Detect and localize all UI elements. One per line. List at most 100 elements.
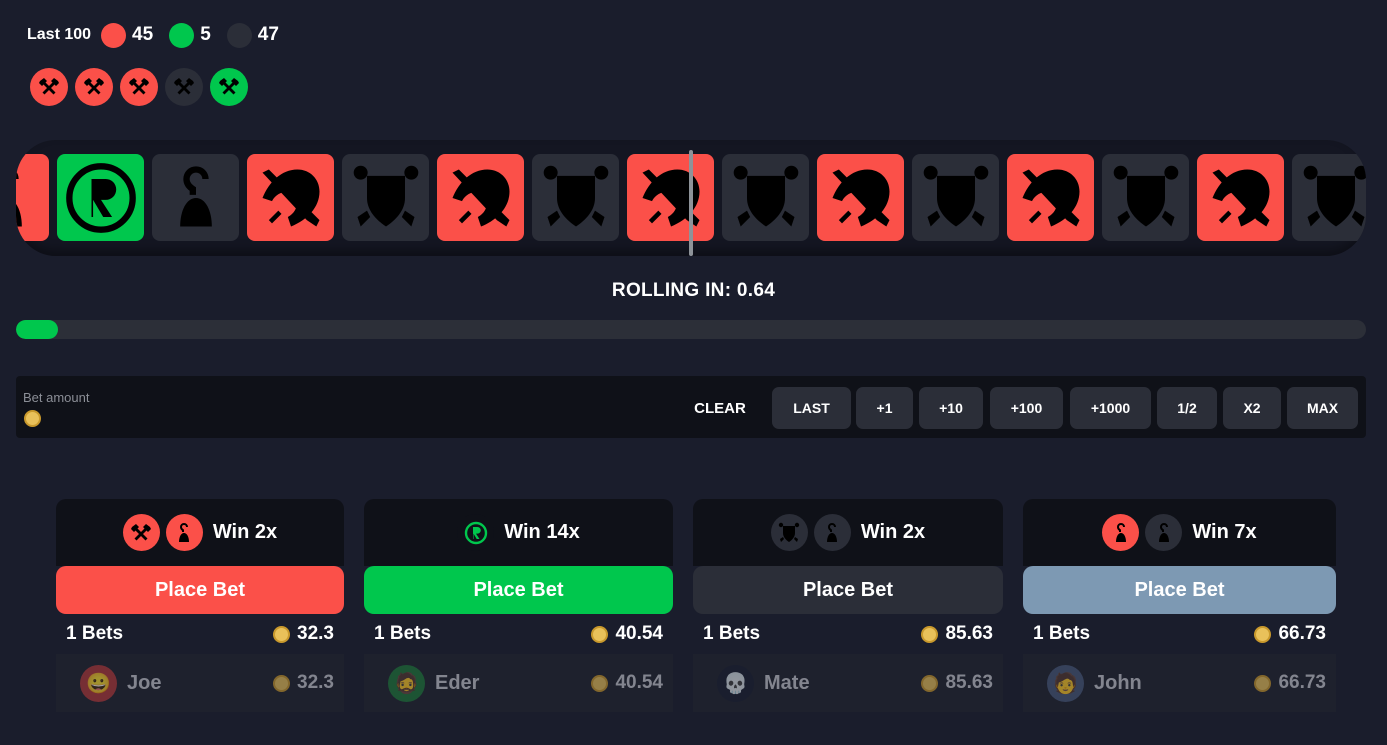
r-logo-icon [65,162,136,233]
column-header: Win 2x [56,499,344,566]
player-bet-value: 40.54 [615,672,663,693]
avatar: 💀 [717,664,754,702]
half-button[interactable]: 1/2 [1157,387,1217,429]
bets-summary: 1 Bets 85.63 [693,614,1003,654]
hook-icon [179,165,212,226]
bet-column-green: Win 14x Place Bet 1 Bets 40.54 🧔 Eder 40.54 [364,499,673,712]
sword-axe-icon [452,169,509,226]
coin-icon[interactable] [24,410,41,427]
avatar: 😀 [80,664,117,702]
shield-crest-icon [733,165,798,226]
coin-icon [1254,625,1272,643]
bets-total-value: 85.63 [945,623,993,644]
dark-dot-icon [226,22,252,48]
recent-result-chip [30,68,68,106]
roller-tile [342,154,429,241]
crossed-hammers-icon [129,78,149,95]
plus-1000-button[interactable]: +1000 [1070,387,1151,429]
bet-bar: Bet amount CLEAR LAST +1 +10 +100 +1000 … [16,376,1366,438]
clear-button[interactable]: CLEAR [684,387,756,429]
avatar: 🧑 [1047,664,1084,702]
last-button[interactable]: LAST [772,387,851,429]
crossed-hammers-icon [174,78,194,95]
roll-progress-bar [16,320,1366,339]
last-100-label: Last 100 [27,26,92,43]
coin-icon [273,625,291,643]
recent-results [30,68,248,106]
crossed-hammers-icon [39,78,59,95]
coin-icon [921,625,939,643]
player-bet-value: 66.73 [1278,672,1326,693]
player-bet-value: 85.63 [945,672,993,693]
hook-icon [16,171,22,226]
bet-column-hook: Win 7x Place Bet 1 Bets 66.73 🧑 John 66.73 [1023,499,1336,712]
player-bet-amount: 85.63 [921,672,993,694]
player: 😀 Joe [80,664,162,702]
sword-axe-icon [642,169,699,226]
player-name: Eder [435,671,480,694]
bets-total-value: 32.3 [297,623,334,644]
roller-tile [1007,154,1094,241]
column-header: Win 14x [364,499,673,566]
shield-crest-icon [923,165,988,226]
red-dot-icon [101,22,127,48]
bets-count: 1 Bets [703,623,761,644]
rolling-countdown: ROLLING IN: 0.64 [611,280,776,301]
shield-crest-icon [543,165,608,226]
shield-crest-icon [770,514,808,551]
roller-tile [16,154,49,241]
avatar: 🧔 [388,664,425,702]
player-name: Joe [127,671,162,694]
crossed-hammers-icon [122,514,160,551]
roulette-roller [16,140,1366,256]
place-bet-button[interactable]: Place Bet [693,566,1003,614]
roller-tile [1197,154,1284,241]
crossed-hammers-icon [84,78,104,95]
player-bet-row: 😀 Joe 32.3 [56,654,344,712]
place-bet-button[interactable]: Place Bet [364,566,673,614]
last-100-stats: Last 100 45 5 47 [27,22,295,48]
bets-total: 32.3 [273,623,334,645]
hook-icon [813,514,851,551]
roller-tile [817,154,904,241]
bets-total-value: 66.73 [1278,623,1326,644]
hook-icon [1102,514,1140,551]
player-bet-row: 🧑 John 66.73 [1023,654,1336,712]
r-logo-icon [457,514,495,551]
win-multiplier: Win 7x [1192,521,1257,543]
double-button[interactable]: X2 [1223,387,1281,429]
player-name: Mate [764,671,810,694]
green-dot-icon [169,22,195,48]
max-button[interactable]: MAX [1287,387,1358,429]
dark-count-value: 47 [257,24,279,45]
bet-amount-label: Bet amount [23,390,90,405]
recent-result-chip [210,68,248,106]
roller-marker [689,150,693,256]
sword-axe-icon [1212,169,1269,226]
sword-axe-icon [1022,169,1079,226]
plus-10-button[interactable]: +10 [919,387,983,429]
player-bet-row: 🧔 Eder 40.54 [364,654,673,712]
win-multiplier: Win 14x [504,521,580,543]
win-multiplier: Win 2x [860,521,926,543]
place-bet-button[interactable]: Place Bet [1023,566,1336,614]
roller-tile [627,154,714,241]
green-count: 5 [169,22,211,48]
plus-100-button[interactable]: +100 [990,387,1063,429]
bets-total: 40.54 [591,623,663,645]
roller-tile [152,154,239,241]
hook-icon [165,514,203,551]
bets-summary: 1 Bets 40.54 [364,614,673,654]
player: 🧔 Eder [388,664,480,702]
place-bet-button[interactable]: Place Bet [56,566,344,614]
roller-tile [247,154,334,241]
crossed-hammers-icon [219,78,239,95]
recent-result-chip [165,68,203,106]
roller-tile [1102,154,1189,241]
bets-total: 85.63 [921,623,993,645]
coin-icon [591,674,609,692]
roller-tile [532,154,619,241]
plus-1-button[interactable]: +1 [856,387,913,429]
bets-total: 66.73 [1254,623,1326,645]
red-count: 45 [101,22,153,48]
